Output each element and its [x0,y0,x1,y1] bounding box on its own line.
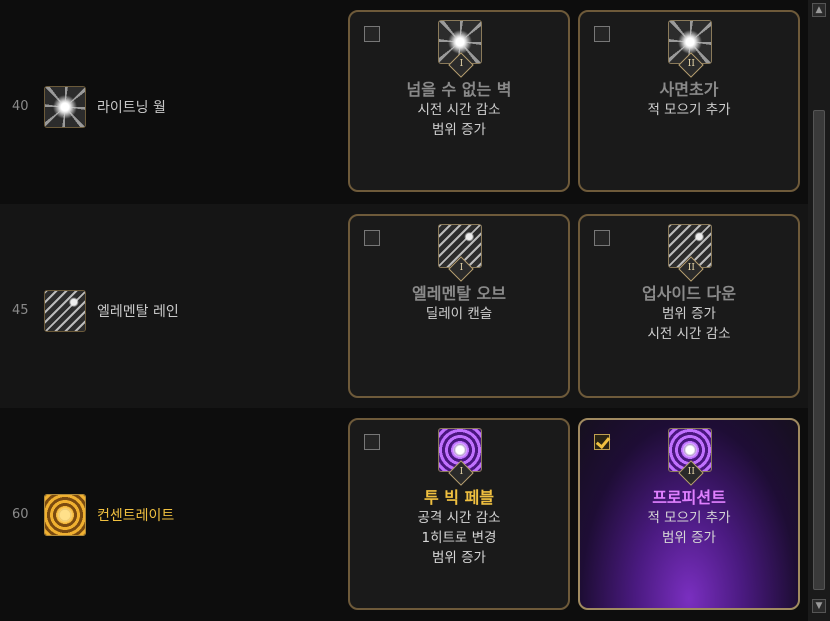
scroll-thumb[interactable] [813,110,825,590]
option-checkbox[interactable] [364,26,380,42]
scroll-up-button[interactable]: ▲ [812,3,826,17]
skill-row-lightning-wall: 40 라이트닝 월 I 넘을 수 없는 벽 시전 시간 감소 범위 증가 II … [0,0,808,204]
skill-name: 엘레멘탈 레인 [97,304,179,320]
option-title: 프로피션트 [652,488,726,507]
option-title: 넘을 수 없는 벽 [406,80,512,99]
option-card[interactable]: I 투 빅 페블 공격 시간 감소 1히트로 변경 범위 증가 [348,418,570,610]
option-checkbox[interactable] [364,230,380,246]
option-title: 사면초가 [659,80,719,99]
option-effects: 공격 시간 감소 1히트로 변경 범위 증가 [417,510,501,566]
level-label: 45 [12,303,29,318]
option-effects: 시전 시간 감소 범위 증가 [417,102,501,138]
option-checkbox[interactable] [594,230,610,246]
level-label: 40 [12,99,29,114]
skill-name: 라이트닝 월 [97,100,166,116]
option-card-selected[interactable]: II 프로피션트 적 모으기 추가 범위 증가 [578,418,800,610]
level-label: 60 [12,507,29,522]
scroll-down-button[interactable]: ▼ [812,599,826,613]
skill-row-concentrate: 60 컨센트레이트 I 투 빅 페블 공격 시간 감소 1히트로 변경 범위 증… [0,408,808,621]
option-effects: 적 모으기 추가 범위 증가 [647,510,731,546]
option-effects: 범위 증가 시전 시간 감소 [647,306,731,342]
option-checkbox[interactable] [364,434,380,450]
option-effects: 딜레이 캔슬 [425,306,493,322]
option-title: 투 빅 페블 [423,488,495,507]
option-card[interactable]: I 엘레멘탈 오브 딜레이 캔슬 [348,214,570,398]
option-checkbox-checked[interactable] [594,434,610,450]
option-title: 엘레멘탈 오브 [412,284,506,303]
scrollbar[interactable]: ▲ ▼ [808,0,830,621]
elemental-rain-icon[interactable] [44,290,86,332]
concentrate-icon[interactable] [44,494,86,536]
option-card[interactable]: I 넘을 수 없는 벽 시전 시간 감소 범위 증가 [348,10,570,192]
option-title: 업사이드 다운 [642,284,736,303]
skill-row-elemental-rain: 45 엘레멘탈 레인 I 엘레멘탈 오브 딜레이 캔슬 II 업사이드 다운 범… [0,204,808,408]
skill-name: 컨센트레이트 [97,508,175,524]
option-effects: 적 모으기 추가 [647,102,731,118]
option-card[interactable]: II 업사이드 다운 범위 증가 시전 시간 감소 [578,214,800,398]
option-card[interactable]: II 사면초가 적 모으기 추가 [578,10,800,192]
lightning-wall-icon[interactable] [44,86,86,128]
option-checkbox[interactable] [594,26,610,42]
